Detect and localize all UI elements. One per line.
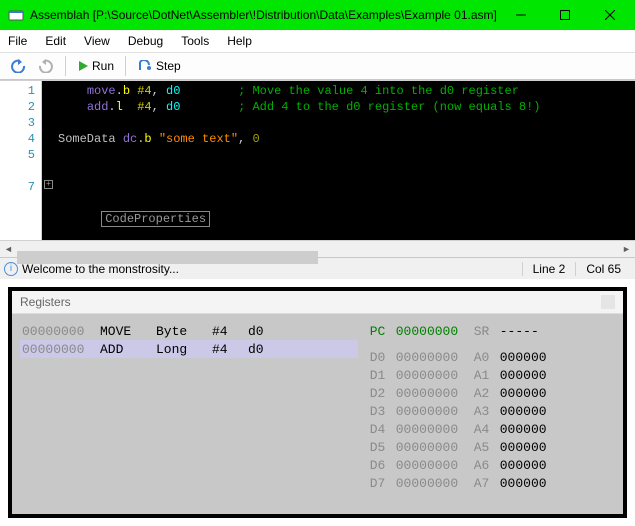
fold-expand-icon[interactable]: + <box>44 180 53 189</box>
sr-label: SR <box>474 324 500 339</box>
minimize-button[interactable] <box>499 1 543 29</box>
menubar: File Edit View Debug Tools Help <box>0 30 635 52</box>
menu-view[interactable]: View <box>84 34 110 48</box>
maximize-button[interactable] <box>543 1 587 29</box>
step-label: Step <box>156 59 181 73</box>
code-line: SomeData dc.b "some text", 0 <box>58 131 627 147</box>
editor-text-area[interactable]: move.b #4, d0 ; Move the value 4 into th… <box>42 81 635 240</box>
step-icon <box>137 60 153 72</box>
registers-panel: Registers 00000000 MOVE Byte #4 d0 00000… <box>8 287 627 518</box>
close-button[interactable] <box>587 1 633 29</box>
toolbar: Run Step <box>0 52 635 80</box>
editor-h-scrollbar[interactable]: ◄ ► <box>0 240 635 257</box>
panel-aux-button[interactable] <box>601 295 615 309</box>
line-gutter: 1 2 3 4 5 7 <box>0 81 42 240</box>
run-button[interactable]: Run <box>73 57 118 75</box>
pc-value: 00000000 <box>396 324 474 339</box>
play-icon <box>77 60 89 72</box>
info-icon: i <box>4 262 18 276</box>
app-icon <box>8 7 24 23</box>
menu-edit[interactable]: Edit <box>45 34 66 48</box>
register-view: PC 00000000 SR ----- D000000000A0000000 … <box>366 322 615 506</box>
panel-titlebar: Registers <box>12 291 623 314</box>
toolbar-back-button[interactable] <box>6 57 30 75</box>
code-fold-line[interactable]: + CodeProperties <box>58 179 627 195</box>
status-line: Line 2 <box>522 262 576 276</box>
window-title: Assemblah [P:\Source\DotNet\Assembler\!D… <box>30 8 499 22</box>
disassembly-row[interactable]: 00000000 MOVE Byte #4 d0 <box>20 322 358 340</box>
panel-title-text: Registers <box>20 295 71 309</box>
code-editor[interactable]: 1 2 3 4 5 7 move.b #4, d0 ; Move the val… <box>0 80 635 240</box>
code-line: add.l #4, d0 ; Add 4 to the d0 register … <box>58 99 627 115</box>
code-line: move.b #4, d0 ; Move the value 4 into th… <box>58 83 627 99</box>
scroll-left-button[interactable]: ◄ <box>0 241 17 258</box>
menu-file[interactable]: File <box>8 34 27 48</box>
titlebar: Assemblah [P:\Source\DotNet\Assembler\!D… <box>0 0 635 30</box>
scroll-thumb[interactable] <box>17 251 318 264</box>
register-grid: D000000000A0000000 D100000000A1000000 D2… <box>370 350 611 492</box>
toolbar-divider <box>125 56 126 76</box>
run-label: Run <box>92 59 114 73</box>
step-button[interactable]: Step <box>133 57 185 75</box>
sr-value: ----- <box>500 324 556 339</box>
toolbar-divider <box>65 56 66 76</box>
disassembly-row-selected[interactable]: 00000000 ADD Long #4 d0 <box>20 340 358 358</box>
status-col: Col 65 <box>575 262 631 276</box>
disassembly-list[interactable]: 00000000 MOVE Byte #4 d0 00000000 ADD Lo… <box>20 322 358 506</box>
menu-help[interactable]: Help <box>227 34 252 48</box>
scroll-right-button[interactable]: ► <box>618 241 635 258</box>
pc-label: PC <box>370 324 396 339</box>
toolbar-forward-button[interactable] <box>34 57 58 75</box>
menu-tools[interactable]: Tools <box>181 34 209 48</box>
folded-region-label[interactable]: CodeProperties <box>101 211 210 227</box>
menu-debug[interactable]: Debug <box>128 34 163 48</box>
